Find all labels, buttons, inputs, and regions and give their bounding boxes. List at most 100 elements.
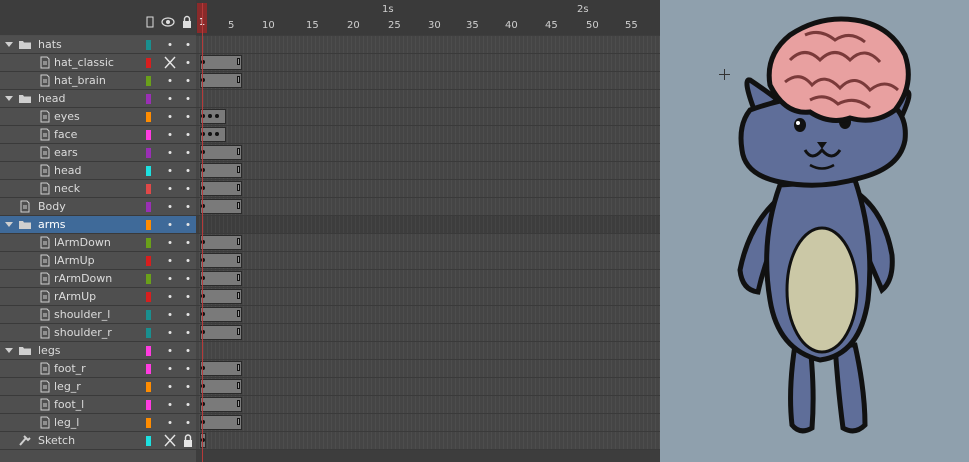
layer-row-rarmdown[interactable]: rArmDown xyxy=(0,270,196,288)
layer-name[interactable]: neck xyxy=(54,180,80,197)
frame-span[interactable] xyxy=(200,379,242,394)
visibility-dot-icon[interactable] xyxy=(164,126,176,143)
layer-row-body[interactable]: Body xyxy=(0,198,196,216)
layer-color-swatch[interactable] xyxy=(146,418,151,428)
layer-name[interactable]: rArmDown xyxy=(54,270,112,287)
frame-row[interactable] xyxy=(196,72,660,90)
visibility-dot-icon[interactable] xyxy=(164,108,176,125)
frames-panel[interactable]: 15101520253035404550551s2s 1 xyxy=(196,0,660,462)
layer-row-shoulder-r[interactable]: shoulder_r xyxy=(0,324,196,342)
frame-row[interactable] xyxy=(196,54,660,72)
layer-name[interactable]: hat_brain xyxy=(54,72,106,89)
visibility-dot-icon[interactable] xyxy=(164,306,176,323)
frame-cells[interactable] xyxy=(196,324,660,341)
frame-row[interactable] xyxy=(196,396,660,414)
lock-dot-icon[interactable] xyxy=(182,270,194,287)
lock-dot-icon[interactable] xyxy=(182,324,194,341)
frame-cells[interactable] xyxy=(196,126,660,143)
frame-cells[interactable] xyxy=(196,162,660,179)
frame-row[interactable] xyxy=(196,90,660,108)
frame-row[interactable] xyxy=(196,234,660,252)
visibility-dot-icon[interactable] xyxy=(164,216,176,233)
layer-row-sketch[interactable]: Sketch xyxy=(0,432,196,450)
layer-color-swatch[interactable] xyxy=(146,220,151,230)
frame-row[interactable] xyxy=(196,414,660,432)
lock-dot-icon[interactable] xyxy=(182,108,194,125)
frame-row[interactable] xyxy=(196,126,660,144)
cat-character[interactable] xyxy=(660,0,969,462)
lock-dot-icon[interactable] xyxy=(182,342,194,359)
frame-cells[interactable] xyxy=(196,378,660,395)
lock-dot-icon[interactable] xyxy=(182,54,194,71)
layer-row-eyes[interactable]: eyes xyxy=(0,108,196,126)
layer-color-swatch[interactable] xyxy=(146,310,151,320)
visibility-dot-icon[interactable] xyxy=(164,288,176,305)
layer-name[interactable]: shoulder_r xyxy=(54,324,112,341)
layer-color-swatch[interactable] xyxy=(146,382,151,392)
hidden-x-icon[interactable] xyxy=(164,54,176,71)
frame-row[interactable] xyxy=(196,288,660,306)
visibility-dot-icon[interactable] xyxy=(164,198,176,215)
outline-icon[interactable] xyxy=(144,14,158,28)
keyframe-dot[interactable] xyxy=(208,114,212,118)
frame-row[interactable] xyxy=(196,162,660,180)
layer-color-swatch[interactable] xyxy=(146,166,151,176)
lock-dot-icon[interactable] xyxy=(182,198,194,215)
layer-name[interactable]: lArmUp xyxy=(54,252,95,269)
frame-row[interactable] xyxy=(196,198,660,216)
keyframe-dot[interactable] xyxy=(215,114,219,118)
lock-dot-icon[interactable] xyxy=(182,216,194,233)
frame-cells[interactable] xyxy=(196,144,660,161)
frame-row[interactable] xyxy=(196,342,660,360)
frame-span[interactable] xyxy=(200,415,242,430)
lock-dot-icon[interactable] xyxy=(182,396,194,413)
layer-row-hat-classic[interactable]: hat_classic xyxy=(0,54,196,72)
layer-color-swatch[interactable] xyxy=(146,148,151,158)
frame-row[interactable] xyxy=(196,270,660,288)
lock-dot-icon[interactable] xyxy=(182,252,194,269)
frame-cells[interactable] xyxy=(196,36,660,53)
visibility-dot-icon[interactable] xyxy=(164,252,176,269)
keyframe-dot[interactable] xyxy=(215,132,219,136)
frame-span[interactable] xyxy=(200,307,242,322)
expand-arrow-icon[interactable] xyxy=(4,342,14,359)
locked-padlock-icon[interactable] xyxy=(182,432,194,449)
frame-cells[interactable] xyxy=(196,414,660,431)
layer-color-swatch[interactable] xyxy=(146,76,151,86)
frame-row[interactable] xyxy=(196,108,660,126)
frame-span[interactable] xyxy=(200,361,242,376)
layer-name[interactable]: foot_r xyxy=(54,360,86,377)
layer-row-head[interactable]: head xyxy=(0,162,196,180)
visibility-dot-icon[interactable] xyxy=(164,180,176,197)
frame-span[interactable] xyxy=(200,145,242,160)
layer-name[interactable]: legs xyxy=(38,342,61,359)
visibility-dot-icon[interactable] xyxy=(164,378,176,395)
frame-cells[interactable] xyxy=(196,396,660,413)
layer-name[interactable]: head xyxy=(54,162,81,179)
layer-name[interactable]: head xyxy=(38,90,65,107)
frame-span[interactable] xyxy=(200,181,242,196)
layer-color-swatch[interactable] xyxy=(146,364,151,374)
frame-cells[interactable] xyxy=(196,234,660,251)
frame-span[interactable] xyxy=(200,163,242,178)
frame-span[interactable] xyxy=(200,289,242,304)
layer-color-swatch[interactable] xyxy=(146,400,151,410)
layer-row-leg-r[interactable]: leg_r xyxy=(0,378,196,396)
layer-color-swatch[interactable] xyxy=(146,58,151,68)
visibility-dot-icon[interactable] xyxy=(164,234,176,251)
layer-color-swatch[interactable] xyxy=(146,238,151,248)
frame-cells[interactable] xyxy=(196,306,660,323)
layer-name[interactable]: leg_r xyxy=(54,378,81,395)
layer-color-swatch[interactable] xyxy=(146,346,151,356)
lock-dot-icon[interactable] xyxy=(182,360,194,377)
frame-row[interactable] xyxy=(196,180,660,198)
layer-row-hats[interactable]: hats xyxy=(0,36,196,54)
frame-span[interactable] xyxy=(200,235,242,250)
layer-row-neck[interactable]: neck xyxy=(0,180,196,198)
visibility-dot-icon[interactable] xyxy=(164,144,176,161)
frame-cells[interactable] xyxy=(196,180,660,197)
visibility-dot-icon[interactable] xyxy=(164,72,176,89)
frame-span[interactable] xyxy=(200,55,242,70)
frame-row[interactable] xyxy=(196,36,660,54)
frame-cells[interactable] xyxy=(196,342,660,359)
